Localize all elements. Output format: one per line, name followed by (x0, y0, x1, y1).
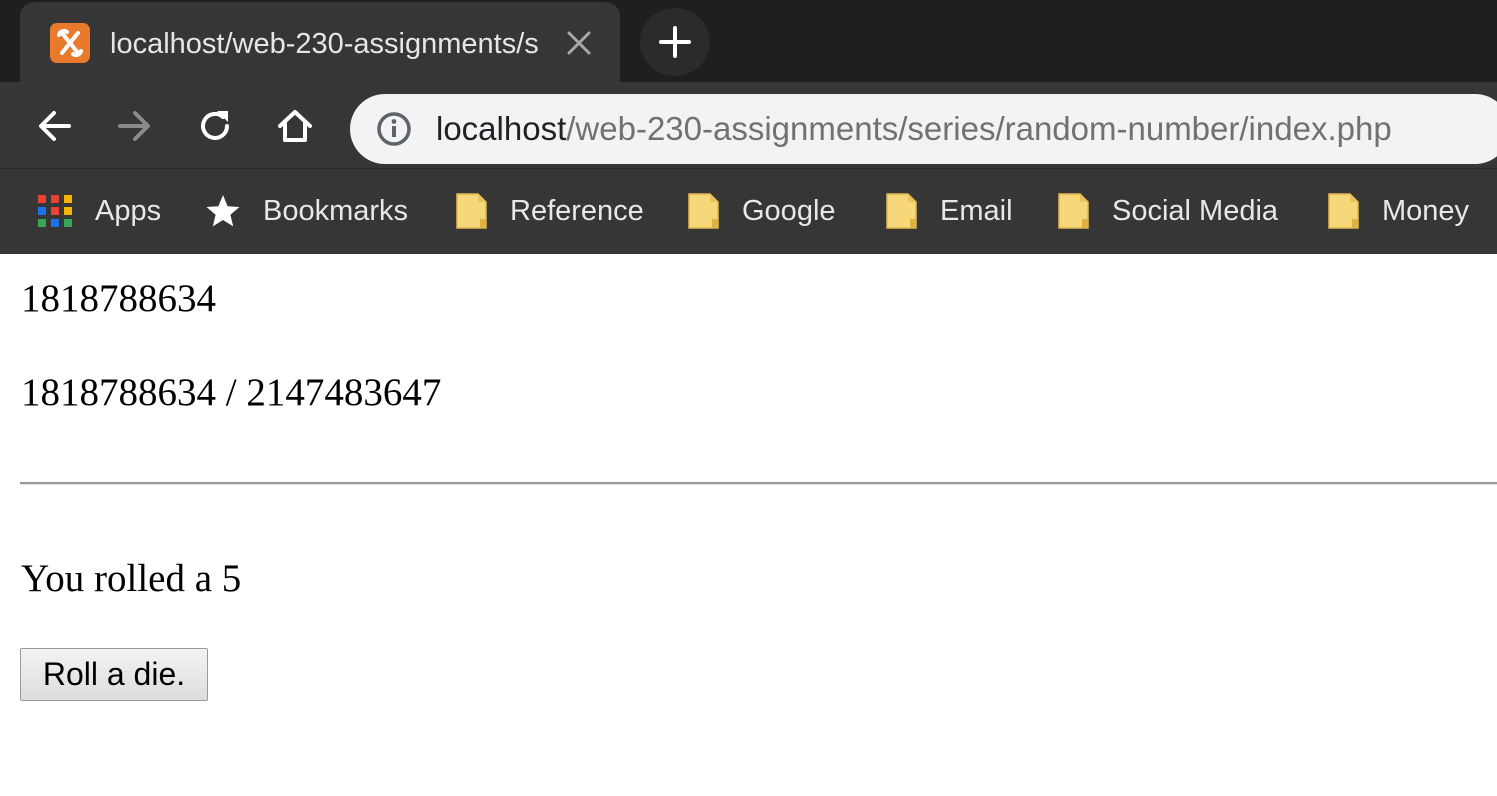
info-icon[interactable] (376, 111, 412, 147)
bookmark-folder-money[interactable]: Money (1326, 169, 1486, 255)
bookmark-label: Reference (510, 195, 644, 227)
url-path: /web-230-assignments/series/random-numbe… (566, 110, 1392, 147)
browser-tab[interactable]: localhost/web-230-assignments/s (20, 2, 620, 82)
bookmark-label: Bookmarks (263, 195, 409, 227)
browser-toolbar: localhost/web-230-assignments/series/ran… (0, 82, 1497, 168)
folder-icon (884, 191, 922, 231)
new-tab-button[interactable] (640, 8, 710, 76)
reload-icon (201, 111, 229, 140)
bookmark-folder-google[interactable]: Google (686, 169, 846, 255)
bookmark-label: Social Media (1112, 195, 1279, 227)
back-button[interactable] (35, 106, 75, 146)
bookmark-folder-social-media[interactable]: Social Media (1056, 169, 1286, 255)
plus-icon (659, 26, 691, 58)
arrow-right-icon (118, 111, 150, 141)
bookmark-apps[interactable]: Apps (37, 169, 167, 255)
tab-strip: localhost/web-230-assignments/s (0, 0, 1497, 82)
folder-icon (1326, 191, 1364, 231)
bookmark-label: Money (1382, 195, 1470, 227)
folder-icon (454, 191, 492, 231)
bookmarks-bar: Apps Bookmarks Reference Google Email So… (0, 168, 1497, 254)
horizontal-rule (20, 482, 1497, 485)
page-content: 1818788634 1818788634 / 2147483647 You r… (0, 254, 1497, 796)
arrow-left-icon (39, 111, 71, 141)
home-button[interactable] (275, 106, 315, 146)
folder-icon (1056, 191, 1094, 231)
xampp-icon (50, 23, 90, 63)
url-text[interactable]: localhost/web-230-assignments/series/ran… (436, 108, 1392, 150)
roll-die-button[interactable]: Roll a die. (20, 648, 208, 701)
close-icon[interactable] (564, 28, 594, 58)
bookmark-label: Email (940, 195, 1013, 227)
address-bar[interactable]: localhost/web-230-assignments/series/ran… (350, 94, 1497, 164)
bookmark-bookmarks[interactable]: Bookmarks (204, 169, 414, 255)
reload-button[interactable] (195, 106, 235, 146)
random-ratio-text: 1818788634 / 2147483647 (21, 371, 442, 414)
random-number-text: 1818788634 (21, 277, 216, 320)
star-icon (204, 191, 242, 231)
forward-button[interactable] (114, 106, 154, 146)
bookmark-label: Apps (95, 195, 162, 227)
bookmark-label: Google (742, 195, 836, 227)
bookmark-folder-email[interactable]: Email (884, 169, 1014, 255)
folder-icon (686, 191, 724, 231)
roll-result-text: You rolled a 5 (21, 557, 242, 600)
home-icon (278, 110, 312, 142)
bookmark-folder-reference[interactable]: Reference (454, 169, 644, 255)
apps-grid-icon (37, 191, 75, 231)
tab-title: localhost/web-230-assignments/s (110, 28, 539, 60)
url-host: localhost (436, 110, 567, 147)
